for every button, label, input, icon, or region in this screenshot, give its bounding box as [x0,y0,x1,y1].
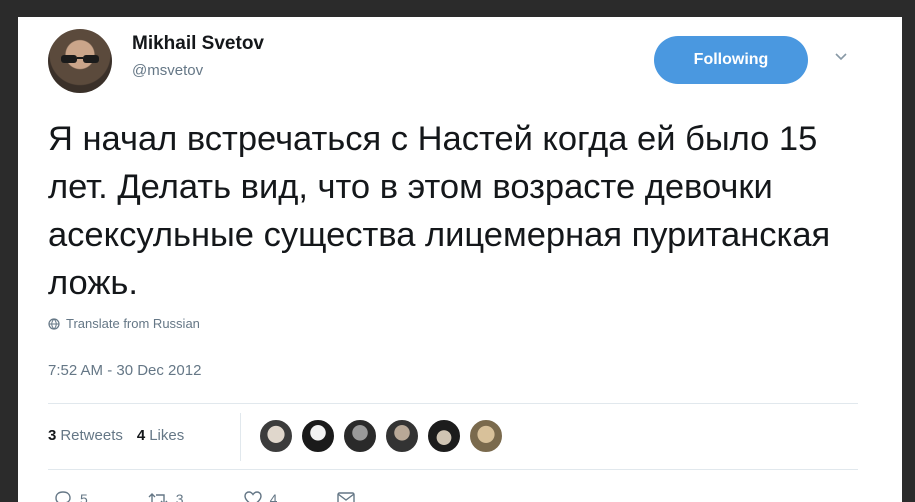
display-name[interactable]: Mikhail Svetov [132,33,264,55]
message-icon [337,492,356,502]
stats-separator [240,413,241,461]
likes-stat[interactable]: 4 Likes [137,427,184,444]
retweets-count: 3 [48,427,57,444]
retweets-label: Retweets [60,427,123,444]
translate-label[interactable]: Translate from Russian [66,316,200,331]
translate-link[interactable]: Translate from Russian [48,316,200,331]
tweet-actions: 5 3 4 [54,491,356,502]
reply-icon [55,491,71,502]
liker-avatar[interactable] [300,418,336,454]
tweet-stats: 3 Retweets 4 Likes [48,427,184,444]
liker-avatar[interactable] [384,418,420,454]
liker-avatar[interactable] [426,418,462,454]
avatar[interactable] [48,29,112,93]
reply-count: 5 [80,491,88,502]
user-handle[interactable]: @msvetov [132,62,203,79]
divider-top [48,403,858,404]
like-button[interactable]: 4 [243,491,278,502]
like-icon [243,491,262,502]
likes-count: 4 [136,427,146,444]
liker-avatar[interactable] [258,418,294,454]
retweet-count: 3 [175,491,184,502]
reply-button[interactable]: 5 [54,491,88,502]
message-button[interactable] [337,491,356,502]
like-count: 4 [269,491,278,502]
liker-avatars [258,418,504,454]
retweet-icon [148,493,168,502]
following-button[interactable]: Following [654,36,808,84]
liker-avatar[interactable] [342,418,378,454]
retweets-stat[interactable]: 3 Retweets [48,427,123,444]
tweet-timestamp[interactable]: 7:52 AM - 30 Dec 2012 [48,362,201,379]
tweet-text: Я начал встречаться с Настей когда ей бы… [48,120,831,302]
avatar-glasses [61,55,99,63]
divider-bottom [48,469,858,470]
tweet-card: Mikhail Svetov @msvetov Following Я нача… [18,17,902,502]
retweet-button[interactable]: 3 [148,491,184,502]
likes-label: Likes [149,427,185,444]
liker-avatar[interactable] [468,418,504,454]
chevron-down-icon[interactable] [833,49,849,65]
globe-icon [48,317,60,330]
